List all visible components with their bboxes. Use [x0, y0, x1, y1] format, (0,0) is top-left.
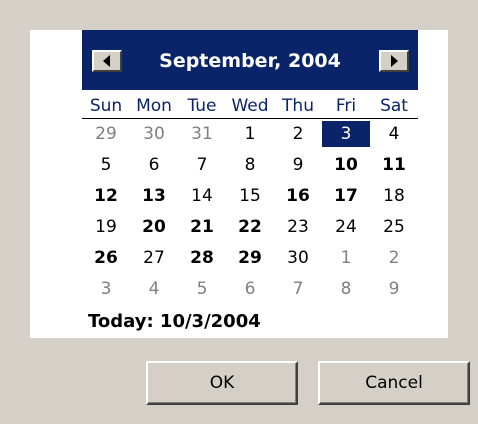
cancel-button[interactable]: Cancel	[318, 361, 470, 405]
day-cell[interactable]: 2	[370, 245, 418, 271]
day-cell[interactable]: 25	[370, 214, 418, 240]
day-cell[interactable]: 10	[322, 152, 370, 178]
day-cell[interactable]: 3	[82, 276, 130, 302]
weekday-tue: Tue	[187, 96, 217, 116]
weekday-mon: Mon	[136, 96, 172, 116]
day-cell[interactable]: 9	[274, 152, 322, 178]
day-cell[interactable]: 17	[322, 183, 370, 209]
day-cell[interactable]: 20	[130, 214, 178, 240]
day-cell[interactable]: 21	[178, 214, 226, 240]
prev-month-button[interactable]	[92, 50, 122, 72]
day-cell[interactable]: 1	[226, 121, 274, 147]
day-cell[interactable]: 19	[82, 214, 130, 240]
day-cell[interactable]: 18	[370, 183, 418, 209]
day-cell[interactable]: 26	[82, 245, 130, 271]
day-cell[interactable]: 8	[226, 152, 274, 178]
day-cell[interactable]: 11	[370, 152, 418, 178]
day-cell[interactable]: 29	[82, 121, 130, 147]
weekday-sat: Sat	[380, 96, 408, 116]
day-cell[interactable]: 4	[370, 121, 418, 147]
day-cell[interactable]: 15	[226, 183, 274, 209]
day-cell[interactable]: 6	[226, 276, 274, 302]
day-cell[interactable]: 29	[226, 245, 274, 271]
day-cell[interactable]: 5	[178, 276, 226, 302]
day-cell[interactable]: 1	[322, 245, 370, 271]
day-cell[interactable]: 28	[178, 245, 226, 271]
left-arrow-icon	[103, 55, 110, 67]
days-grid: 29 30 31 1 2 3 4 5 6 7 8 9 10 11 12 13 14 15 16 17 18 19 20 21 2…	[82, 121, 418, 307]
day-cell[interactable]: 24	[322, 214, 370, 240]
day-cell[interactable]: 30	[274, 245, 322, 271]
right-arrow-icon	[391, 55, 398, 67]
day-cell[interactable]: 8	[322, 276, 370, 302]
weekday-sun: Sun	[89, 96, 123, 116]
day-cell[interactable]: 22	[226, 214, 274, 240]
today-link[interactable]: Today: 10/3/2004	[88, 309, 261, 335]
day-cell[interactable]: 14	[178, 183, 226, 209]
day-cell[interactable]: 4	[130, 276, 178, 302]
weekday-header-row: Sun Mon Tue Wed Thu Fri Sat	[82, 94, 418, 119]
day-cell-selected[interactable]: 3	[322, 121, 370, 147]
calendar-header: September, 2004	[82, 30, 418, 90]
day-cell[interactable]: 2	[274, 121, 322, 147]
day-cell[interactable]: 7	[274, 276, 322, 302]
day-cell[interactable]: 16	[274, 183, 322, 209]
day-cell[interactable]: 12	[82, 183, 130, 209]
weekday-fri: Fri	[335, 96, 357, 116]
day-cell[interactable]: 9	[370, 276, 418, 302]
day-cell[interactable]: 31	[178, 121, 226, 147]
day-cell[interactable]: 5	[82, 152, 130, 178]
day-cell[interactable]: 6	[130, 152, 178, 178]
weekday-thu: Thu	[282, 96, 314, 116]
weekday-wed: Wed	[231, 96, 269, 116]
month-title[interactable]: September, 2004	[127, 49, 373, 73]
ok-button[interactable]: OK	[146, 361, 298, 405]
day-cell[interactable]: 13	[130, 183, 178, 209]
day-cell[interactable]: 23	[274, 214, 322, 240]
day-cell[interactable]: 7	[178, 152, 226, 178]
date-picker-dialog: September, 2004 Sun Mon Tue Wed Thu Fri Sat 29…	[0, 0, 478, 424]
day-cell[interactable]: 27	[130, 245, 178, 271]
next-month-button[interactable]	[379, 50, 409, 72]
calendar: September, 2004 Sun Mon Tue Wed Thu Fri Sat 29…	[30, 30, 448, 338]
day-cell[interactable]: 30	[130, 121, 178, 147]
